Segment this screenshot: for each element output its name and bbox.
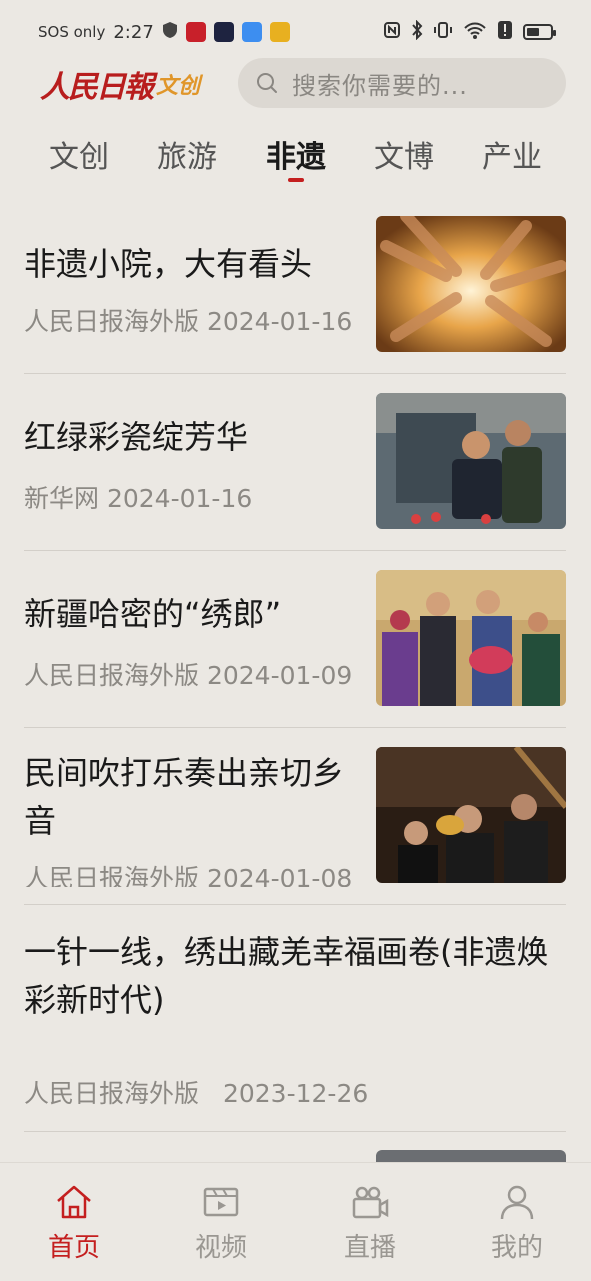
divider: [24, 1131, 566, 1132]
alert-icon: [497, 20, 513, 44]
nav-profile[interactable]: 我的: [462, 1183, 572, 1264]
nav-video[interactable]: 视频: [166, 1183, 276, 1264]
wifi-icon: [463, 20, 487, 44]
article-meta: 人民日报海外版 2024-01-16: [24, 302, 352, 338]
category-tabs: 文创 旅游 非遗 文博 产业: [0, 132, 591, 188]
tab-feiyi[interactable]: 非遗: [241, 132, 351, 182]
article-title: 一针一线，绣出藏羌幸福画卷(非遗焕彩新时代): [24, 933, 549, 1019]
tab-label: 非遗: [266, 140, 326, 175]
article-source: 新华网: [24, 484, 100, 513]
battery-icon: [523, 24, 556, 40]
status-left: SOS only 2:27: [38, 21, 290, 43]
status-right: [383, 19, 556, 44]
article-date: 2024-01-08: [206, 864, 353, 887]
app-notification-icon: [213, 22, 234, 42]
article-item[interactable]: 非遗小院，大有看头 人民日报海外版 2024-01-16: [24, 216, 566, 356]
tab-lvyou[interactable]: 旅游: [132, 132, 242, 176]
article-item[interactable]: 红绿彩瓷绽芳华 新华网 2024-01-16: [24, 393, 566, 533]
vibrate-icon: [433, 20, 453, 44]
tab-wenbo[interactable]: 文博: [349, 132, 459, 176]
article-thumbnail: [376, 747, 566, 883]
app-notification-icon: [269, 22, 290, 42]
article-source: 人民日报海外版: [24, 1079, 200, 1108]
tab-wenchuang[interactable]: 文创: [24, 132, 134, 176]
article-item[interactable]: 新疆哈密的“绣郎” 人民日报海外版 2024-01-09: [24, 570, 566, 710]
article-thumbnail: [376, 393, 566, 529]
article-meta: 新华网 2024-01-16: [24, 479, 252, 515]
video-icon: [203, 1187, 239, 1217]
article-source: 人民日报海外版: [24, 661, 200, 690]
article-item[interactable]: 一针一线，绣出藏羌幸福画卷(非遗焕彩新时代) 人民日报海外版 2023-12-2…: [24, 924, 566, 1124]
tab-label: 产业: [482, 140, 542, 175]
user-icon: [500, 1185, 534, 1220]
article-title: 非遗小院，大有看头: [24, 245, 313, 283]
search-icon: [257, 73, 277, 93]
status-bar: SOS only 2:27: [0, 0, 591, 64]
article-thumbnail: [376, 1150, 566, 1162]
app-notification-icon: [241, 22, 262, 42]
divider: [24, 373, 566, 374]
clock: 2:27: [113, 21, 154, 43]
article-meta: 人民日报海外版 2024-01-08: [24, 859, 352, 887]
app-header: 人民日報 文创 搜索你需要的...: [0, 56, 591, 112]
logo-sub-text: 文创: [156, 73, 201, 99]
camera-icon: [352, 1186, 389, 1219]
home-icon: [57, 1185, 91, 1219]
nfc-icon: [383, 21, 401, 43]
nav-label: 首页: [47, 1233, 100, 1263]
article-source: 人民日报海外版: [24, 307, 200, 336]
bottom-nav: 首页 视频 直播 我的: [0, 1162, 591, 1281]
article-title: 新疆哈密的“绣郎”: [24, 595, 282, 633]
article-thumbnail: [376, 570, 566, 706]
article-date: 2024-01-16: [106, 484, 253, 513]
divider: [24, 727, 566, 728]
article-meta: 人民日报海外版 2024-01-09: [24, 656, 352, 692]
article-title: 红绿彩瓷绽芳华: [24, 418, 249, 456]
nav-home[interactable]: 首页: [19, 1183, 129, 1264]
article-source: 人民日报海外版: [24, 864, 200, 887]
divider: [24, 550, 566, 551]
bluetooth-icon: [411, 19, 423, 44]
nav-label: 视频: [194, 1233, 247, 1263]
search-placeholder: 搜索你需要的...: [292, 71, 468, 100]
tab-chanye[interactable]: 产业: [457, 132, 567, 176]
article-date: 2024-01-16: [206, 307, 353, 336]
app-logo: 人民日報 文创: [40, 60, 200, 108]
tab-label: 文创: [49, 140, 109, 175]
article-thumbnail: [376, 216, 566, 352]
article-date: 2023-12-26: [222, 1079, 369, 1108]
article-title: 民间吹打乐奏出亲切乡音: [24, 754, 345, 840]
article-meta: 人民日报海外版 2023-12-26: [24, 1074, 368, 1110]
tab-label: 旅游: [157, 140, 217, 175]
nav-live[interactable]: 直播: [315, 1183, 425, 1264]
nav-label: 我的: [490, 1233, 543, 1263]
article-item[interactable]: 民间吹打乐奏出亲切乡音 人民日报海外版 2024-01-08: [24, 747, 566, 887]
logo-brand-text: 人民日報: [40, 70, 154, 105]
divider: [24, 904, 566, 905]
active-tab-indicator: [288, 178, 304, 182]
carrier-text: SOS only: [38, 23, 106, 41]
nav-label: 直播: [343, 1233, 396, 1263]
article-date: 2024-01-09: [206, 661, 353, 690]
search-bar[interactable]: 搜索你需要的...: [238, 58, 566, 108]
app-notification-icon: [185, 22, 206, 42]
shield-icon: [162, 21, 178, 43]
tab-label: 文博: [374, 140, 434, 175]
article-item-partial[interactable]: [24, 1150, 566, 1162]
